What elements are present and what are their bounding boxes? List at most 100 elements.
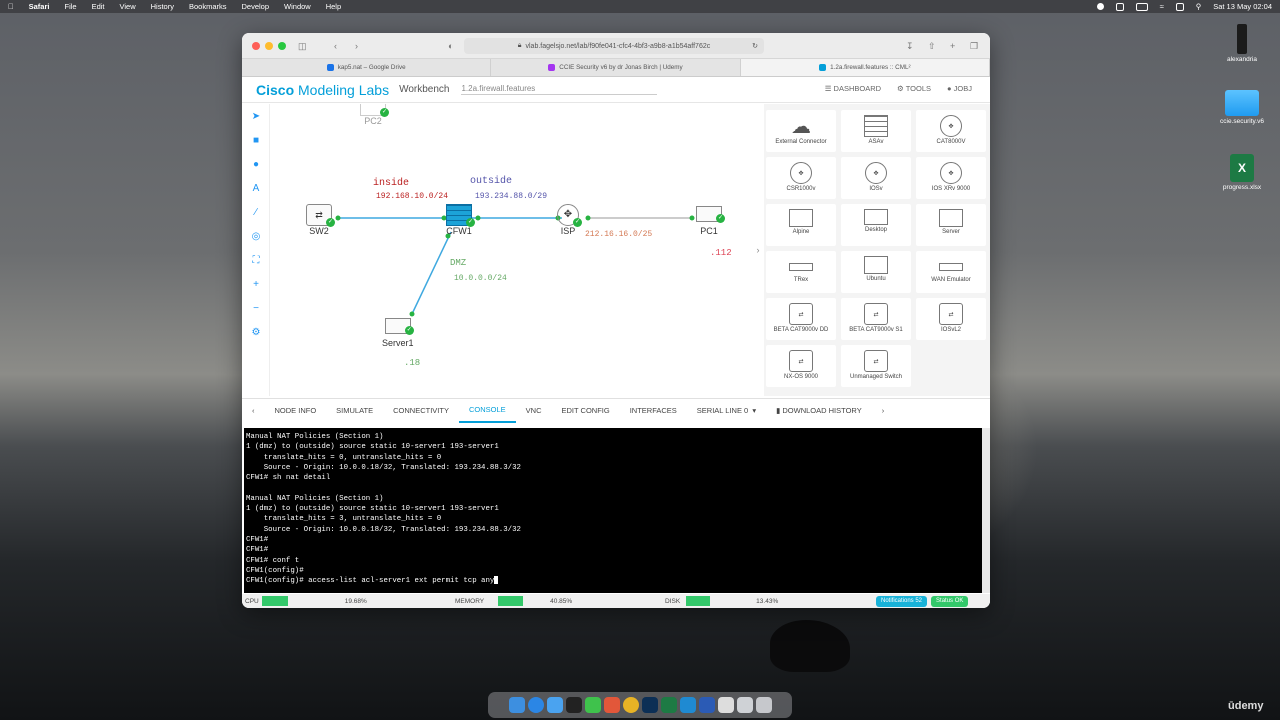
palette-item-csr1000v[interactable]: ✥ CSR1000v: [766, 157, 836, 199]
palette-item-trex[interactable]: TRex: [766, 251, 836, 293]
node-pc1[interactable]: ✓ PC1: [696, 206, 725, 236]
word-icon[interactable]: [698, 697, 715, 713]
screenflow-icon[interactable]: [603, 697, 620, 713]
tab-edit-config[interactable]: EDIT CONFIG: [552, 399, 620, 423]
zoom-window-button[interactable]: [278, 42, 286, 50]
status-icon[interactable]: [1115, 2, 1124, 11]
palette-collapse-button[interactable]: ›: [752, 104, 764, 396]
downloads-icon[interactable]: ↧: [906, 41, 914, 52]
node-server1[interactable]: ✓ Server1: [382, 318, 414, 348]
link-cfw1-server1[interactable]: [411, 231, 452, 315]
firewall-icon: ✓: [446, 204, 475, 227]
palette-item-server[interactable]: Server: [916, 204, 986, 246]
node-sw2[interactable]: ⇄ ✓ SW2: [306, 204, 335, 236]
palette-item-iosvl2[interactable]: ⇄ IOSvL2: [916, 298, 986, 340]
messages-icon[interactable]: [584, 697, 601, 713]
palette-item-external-connector[interactable]: ☁ External Connector: [766, 110, 836, 152]
tools-button[interactable]: ⚙ TOOLS: [897, 84, 931, 93]
palette-item-nx-os-9000[interactable]: ⇄ NX-OS 9000: [766, 345, 836, 387]
terminal-icon[interactable]: [565, 697, 582, 713]
address-bar[interactable]: 🔒︎ vlab.fagelsjo.net/lab/f90fe041-cfc4-4…: [464, 38, 764, 54]
macos-menubar:  Safari File Edit View History Bookmark…: [0, 0, 1280, 13]
palette-item-desktop[interactable]: Desktop: [841, 204, 911, 246]
browser-tab-google-drive[interactable]: kap5.nat – Google Drive: [242, 59, 492, 76]
topology-canvas[interactable]: ➤ ■ ● A ∕ ◎ ⛶ + − ⚙ ✓ PC2 ⇄ ✓ SW2 ✓ CFW1…: [242, 104, 752, 396]
vscode-icon[interactable]: [679, 697, 696, 713]
mail-icon[interactable]: [546, 697, 563, 713]
menu-window[interactable]: Window: [284, 2, 311, 11]
tabs-scroll-left-icon[interactable]: ‹: [242, 399, 265, 423]
browser-tab-udemy[interactable]: CCIE Security v6 by dr Jonas Birch | Ude…: [491, 59, 741, 76]
serial-line-select[interactable]: SERIAL LINE 0 ▾: [687, 399, 766, 423]
record-icon[interactable]: [1096, 3, 1104, 10]
safari-icon[interactable]: [527, 697, 544, 713]
desktop-icon-progress-xlsx[interactable]: X progress.xlsx: [1207, 154, 1277, 191]
menu-help[interactable]: Help: [326, 2, 341, 11]
menu-bookmarks[interactable]: Bookmarks: [189, 2, 227, 11]
download-history-button[interactable]: ▮ DOWNLOAD HISTORY: [766, 399, 872, 423]
wifi-icon[interactable]: ≈: [1160, 2, 1164, 11]
console-scrollbar[interactable]: [982, 428, 990, 593]
tab-node-info[interactable]: NODE INFO: [265, 399, 327, 423]
palette-item-beta-cat9000v-s1[interactable]: ⇄ BETA CAT9000v S1: [841, 298, 911, 340]
palette-item-beta-cat9000v-dd[interactable]: ⇄ BETA CAT9000v DD: [766, 298, 836, 340]
close-window-button[interactable]: [252, 42, 260, 50]
battery-icon[interactable]: [1135, 2, 1148, 11]
status-ok-badge[interactable]: Status OK: [931, 595, 969, 607]
privacy-shield-icon[interactable]: ◐: [448, 41, 453, 51]
apple-menu-icon[interactable]: : [8, 2, 14, 11]
palette-item-ios-xrv-9000[interactable]: ✥ IOS XRv 9000: [916, 157, 986, 199]
menu-view[interactable]: View: [120, 2, 136, 11]
documents-icon[interactable]: [736, 697, 753, 713]
node-isp[interactable]: ✥ ✓ ISP: [557, 204, 582, 236]
palette-item-iosv[interactable]: ✥ IOSv: [841, 157, 911, 199]
menu-develop[interactable]: Develop: [242, 2, 270, 11]
tabs-scroll-right-icon[interactable]: ›: [872, 399, 895, 423]
sidebar-toggle-icon[interactable]: ◫: [298, 41, 307, 52]
palette-item-asav[interactable]: ASAv: [841, 110, 911, 152]
menu-file[interactable]: File: [64, 2, 76, 11]
script-editor-icon[interactable]: [717, 697, 734, 713]
lab-name-field[interactable]: 1.2a.firewall.features: [461, 84, 658, 95]
reload-icon[interactable]: ↻: [752, 42, 758, 50]
menu-history[interactable]: History: [151, 2, 174, 11]
search-icon[interactable]: ⚲: [1196, 2, 1202, 11]
tab-vnc[interactable]: VNC: [516, 399, 552, 423]
label-outside-net: 193.234.88.0/29: [475, 192, 548, 201]
console-terminal[interactable]: Manual NAT Policies (Section 1) 1 (dmz) t…: [244, 428, 982, 593]
tab-connectivity[interactable]: CONNECTIVITY: [383, 399, 459, 423]
menu-safari[interactable]: Safari: [29, 2, 50, 11]
tab-console[interactable]: CONSOLE: [458, 399, 516, 423]
forward-icon[interactable]: ›: [355, 41, 358, 51]
palette-item-cat8000v[interactable]: ✥ CAT8000V: [916, 110, 986, 152]
new-tab-icon[interactable]: +: [950, 41, 955, 51]
dashboard-button[interactable]: ☰ DASHBOARD: [825, 84, 881, 93]
notifications-badge[interactable]: Notifications 52: [876, 595, 928, 607]
minimize-window-button[interactable]: [265, 42, 273, 50]
tab-simulate[interactable]: SIMULATE: [326, 399, 383, 423]
desktop-icon-alexandria[interactable]: alexandria: [1207, 24, 1277, 63]
photoshop-icon[interactable]: [641, 697, 658, 713]
cml-brand[interactable]: Cisco Modeling Labs: [256, 82, 389, 98]
excel-icon[interactable]: [660, 697, 677, 713]
back-icon[interactable]: ‹: [334, 41, 337, 51]
desktop-icon-ccie-folder[interactable]: ccie.security.v6: [1207, 90, 1277, 125]
palette-item-ubuntu[interactable]: Ubuntu: [841, 251, 911, 293]
browser-tab-cml[interactable]: 1.2a.firewall.features :: CML²: [740, 59, 990, 76]
node-cfw1[interactable]: ✓ CFW1: [446, 204, 475, 236]
palette-item-unmanaged-switch[interactable]: ⇄ Unmanaged Switch: [841, 345, 911, 387]
trash-icon[interactable]: [755, 697, 772, 713]
clock[interactable]: Sat 13 May 02:04: [1213, 2, 1272, 11]
user-button[interactable]: ● JOBJ: [947, 84, 972, 93]
palette-item-wan-emulator[interactable]: WAN Emulator: [916, 251, 986, 293]
control-center-icon[interactable]: [1175, 2, 1184, 11]
tab-overview-icon[interactable]: ❐: [970, 41, 978, 52]
finder-icon[interactable]: [508, 697, 525, 713]
palette-item-alpine[interactable]: Alpine: [766, 204, 836, 246]
node-pc2[interactable]: ✓ PC2: [360, 104, 389, 126]
chrome-icon[interactable]: [622, 697, 639, 713]
menu-edit[interactable]: Edit: [92, 2, 105, 11]
share-icon[interactable]: ⇧: [928, 41, 936, 52]
tab-interfaces[interactable]: INTERFACES: [620, 399, 687, 423]
udemy-icon: [548, 64, 556, 71]
